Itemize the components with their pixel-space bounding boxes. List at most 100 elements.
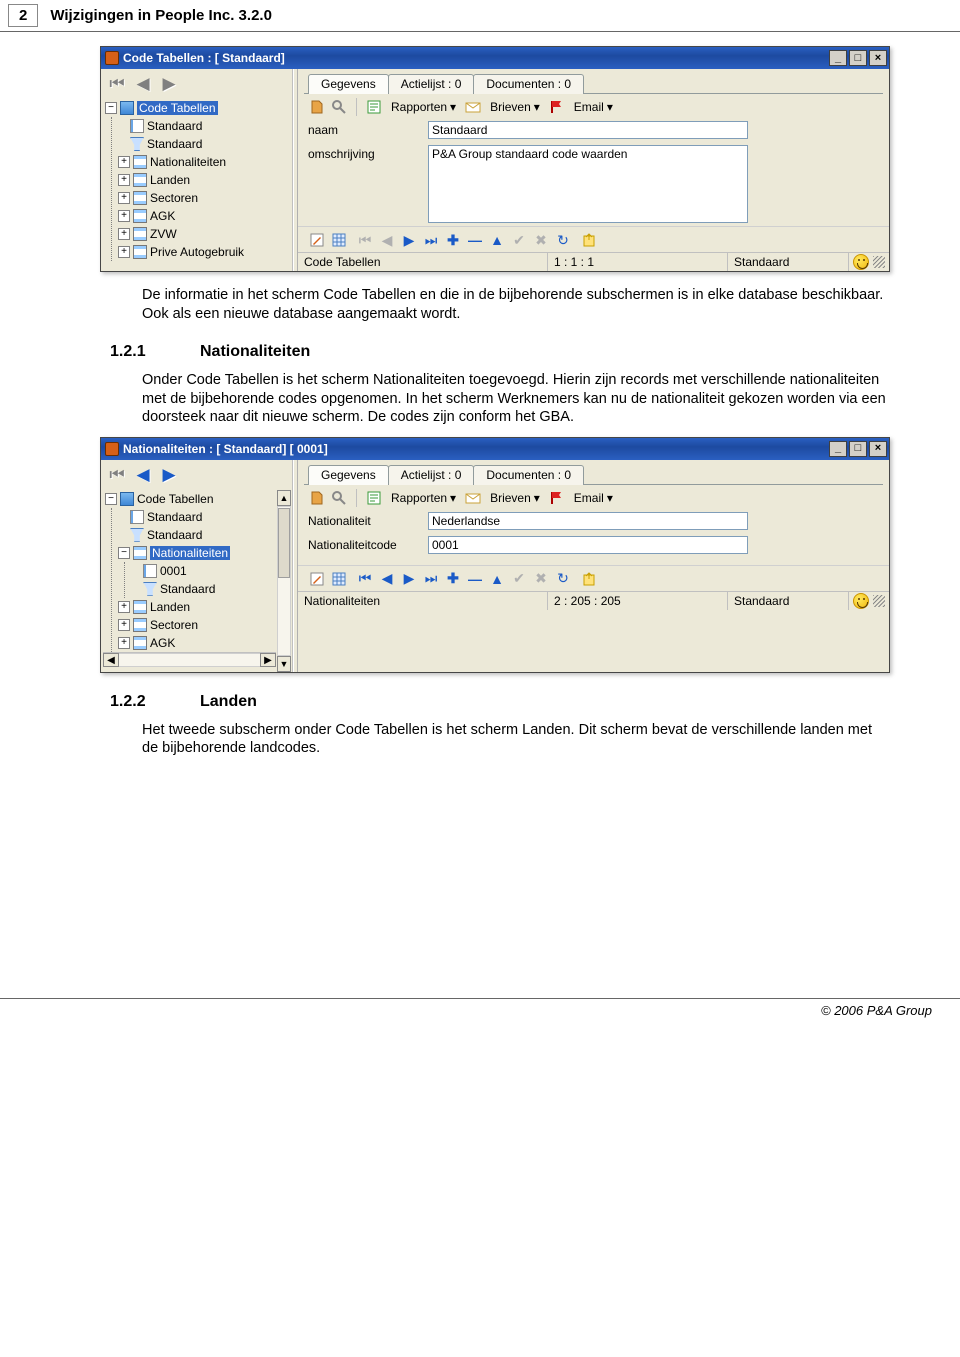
scroll-up-icon[interactable]: ▲ (277, 490, 291, 506)
flag-icon[interactable] (548, 489, 566, 507)
search-icon[interactable] (330, 98, 348, 116)
tree-root[interactable]: Code Tabellen (137, 101, 218, 115)
maximize-button[interactable]: □ (849, 50, 867, 66)
last-icon[interactable]: ⏭ (422, 231, 440, 249)
export-icon[interactable] (580, 570, 598, 588)
export-icon[interactable] (580, 231, 598, 249)
close-button[interactable]: × (869, 441, 887, 457)
tab-documenten[interactable]: Documenten : 0 (473, 465, 584, 485)
tree[interactable]: −Code Tabellen Standaard Standaard +Nati… (103, 99, 290, 261)
tab-gegevens[interactable]: Gegevens (308, 74, 389, 94)
add-icon[interactable]: ✚ (444, 570, 462, 588)
edit-icon[interactable] (308, 231, 326, 249)
first-icon[interactable]: ⏮ (356, 231, 374, 249)
brieven-button[interactable]: Brieven▾ (486, 100, 544, 114)
mail-icon[interactable] (464, 489, 482, 507)
nav-first-icon[interactable]: ⏮ (107, 466, 127, 484)
tree-item[interactable]: Standaard (118, 135, 290, 153)
tree[interactable]: −Code Tabellen Standaard Standaard −Nati… (103, 490, 276, 652)
tree-root[interactable]: Code Tabellen (137, 492, 214, 506)
horizontal-scrollbar[interactable]: ◀ ▶ (103, 652, 276, 668)
rapporten-button[interactable]: Rapporten▾ (387, 100, 460, 114)
resize-grip[interactable] (873, 595, 885, 607)
grid-icon[interactable] (330, 570, 348, 588)
cancel-icon[interactable]: ✖ (532, 231, 550, 249)
flag-icon[interactable] (548, 98, 566, 116)
tree-item[interactable]: +Sectoren (118, 189, 290, 207)
nav-prev-icon[interactable]: ◀ (133, 466, 153, 484)
tree-item[interactable]: +AGK (118, 207, 290, 225)
report-icon[interactable] (365, 98, 383, 116)
tree-item[interactable]: Standaard (118, 508, 276, 526)
next-icon[interactable]: ▶ (400, 231, 418, 249)
close-button[interactable]: × (869, 50, 887, 66)
remove-icon[interactable]: — (466, 570, 484, 588)
email-button[interactable]: Email▾ (570, 100, 617, 114)
check-icon[interactable]: ✔ (510, 570, 528, 588)
tree-item[interactable]: +Nationaliteiten (118, 153, 290, 171)
nav-next-icon[interactable]: ▶ (159, 466, 179, 484)
naam-input[interactable] (428, 121, 748, 139)
tab-actielijst[interactable]: Actielijst : 0 (388, 465, 475, 485)
tree-item[interactable]: Standaard (118, 526, 276, 544)
nav-first-icon[interactable]: ⏮ (107, 75, 127, 93)
maximize-button[interactable]: □ (849, 441, 867, 457)
refresh-icon[interactable]: ↻ (554, 231, 572, 249)
prev-icon[interactable]: ◀ (378, 231, 396, 249)
tree-item[interactable]: +Landen (118, 598, 276, 616)
nav-prev-icon[interactable]: ◀ (133, 75, 153, 93)
omschrijving-input[interactable] (428, 145, 748, 223)
up-icon[interactable]: ▲ (488, 570, 506, 588)
field-label-nationaliteitcode: Nationaliteitcode (308, 536, 428, 552)
page-title: Wijzigingen in People Inc. 3.2.0 (50, 7, 272, 24)
grid-icon[interactable] (330, 231, 348, 249)
edit-icon[interactable] (308, 570, 326, 588)
titlebar: Code Tabellen : [ Standaard] _ □ × (101, 47, 889, 69)
first-icon[interactable]: ⏮ (356, 570, 374, 588)
attach-icon[interactable] (308, 489, 326, 507)
tree-item[interactable]: −Nationaliteiten (118, 544, 276, 562)
status-left: Nationaliteiten (298, 592, 548, 610)
minimize-button[interactable]: _ (829, 441, 847, 457)
attach-icon[interactable] (308, 98, 326, 116)
tree-item[interactable]: +AGK (118, 634, 276, 652)
grid-icon (120, 101, 134, 115)
funnel-icon (130, 137, 144, 151)
refresh-icon[interactable]: ↻ (554, 570, 572, 588)
check-icon[interactable]: ✔ (510, 231, 528, 249)
scroll-down-icon[interactable]: ▼ (277, 656, 291, 672)
scroll-left-icon[interactable]: ◀ (103, 653, 119, 667)
tree-item[interactable]: Standaard (118, 117, 290, 135)
screenshot-code-tabellen: Code Tabellen : [ Standaard] _ □ × ⏮ ◀ ▶… (100, 46, 890, 272)
nav-next-icon[interactable]: ▶ (159, 75, 179, 93)
tree-item[interactable]: Standaard (131, 580, 276, 598)
tree-item[interactable]: +Sectoren (118, 616, 276, 634)
minimize-button[interactable]: _ (829, 50, 847, 66)
vertical-scrollbar[interactable]: ▲ ▼ (276, 490, 292, 672)
email-button[interactable]: Email▾ (570, 491, 617, 505)
add-icon[interactable]: ✚ (444, 231, 462, 249)
tree-item[interactable]: +ZVW (118, 225, 290, 243)
nationaliteit-input[interactable] (428, 512, 748, 530)
tree-item[interactable]: +Prive Autogebruik (118, 243, 290, 261)
cancel-icon[interactable]: ✖ (532, 570, 550, 588)
brieven-button[interactable]: Brieven▾ (486, 491, 544, 505)
search-icon[interactable] (330, 489, 348, 507)
smiley-icon (853, 593, 869, 609)
mail-icon[interactable] (464, 98, 482, 116)
tree-item[interactable]: +Landen (118, 171, 290, 189)
tab-documenten[interactable]: Documenten : 0 (473, 74, 584, 94)
nationaliteitcode-input[interactable] (428, 536, 748, 554)
prev-icon[interactable]: ◀ (378, 570, 396, 588)
up-icon[interactable]: ▲ (488, 231, 506, 249)
next-icon[interactable]: ▶ (400, 570, 418, 588)
scroll-right-icon[interactable]: ▶ (260, 653, 276, 667)
rapporten-button[interactable]: Rapporten▾ (387, 491, 460, 505)
last-icon[interactable]: ⏭ (422, 570, 440, 588)
tree-item[interactable]: 0001 (131, 562, 276, 580)
tab-actielijst[interactable]: Actielijst : 0 (388, 74, 475, 94)
remove-icon[interactable]: — (466, 231, 484, 249)
resize-grip[interactable] (873, 256, 885, 268)
tab-gegevens[interactable]: Gegevens (308, 465, 389, 485)
report-icon[interactable] (365, 489, 383, 507)
